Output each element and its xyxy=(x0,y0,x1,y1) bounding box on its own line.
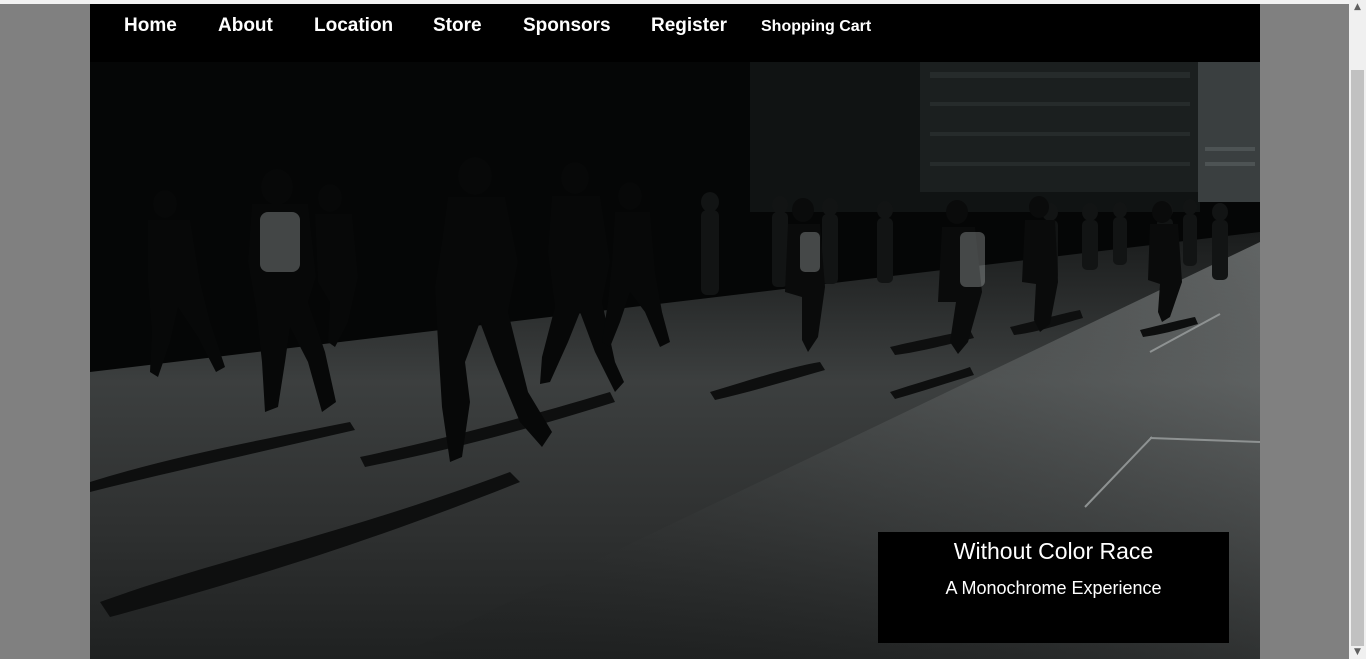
hero-caption-title: Without Color Race xyxy=(953,538,1154,564)
scroll-up-arrow-icon[interactable]: ▲ xyxy=(1349,0,1366,14)
page-container: Home About Location Store Sponsors Regis… xyxy=(90,4,1260,659)
hero-caption-subtitle: A Monochrome Experience xyxy=(945,578,1162,598)
nav-home-link[interactable]: Home xyxy=(124,15,177,37)
nav-sponsors-link[interactable]: Sponsors xyxy=(523,15,611,37)
nav-store-link[interactable]: Store xyxy=(433,15,482,37)
navbar: Home About Location Store Sponsors Regis… xyxy=(90,4,1260,62)
scroll-down-arrow-icon[interactable]: ▼ xyxy=(1349,645,1366,659)
nav-shopping-cart-link[interactable]: Shopping Cart xyxy=(761,18,871,36)
browser-viewport: Home About Location Store Sponsors Regis… xyxy=(0,0,1349,659)
nav-about-link[interactable]: About xyxy=(218,15,273,37)
nav-register-link[interactable]: Register xyxy=(651,15,727,37)
vertical-scrollbar[interactable]: ▲ ▼ xyxy=(1349,0,1366,659)
scrollbar-thumb[interactable] xyxy=(1351,70,1364,646)
nav-location-link[interactable]: Location xyxy=(314,15,393,37)
hero-caption-box: Without Color Race A Monochrome Experien… xyxy=(878,532,1229,643)
